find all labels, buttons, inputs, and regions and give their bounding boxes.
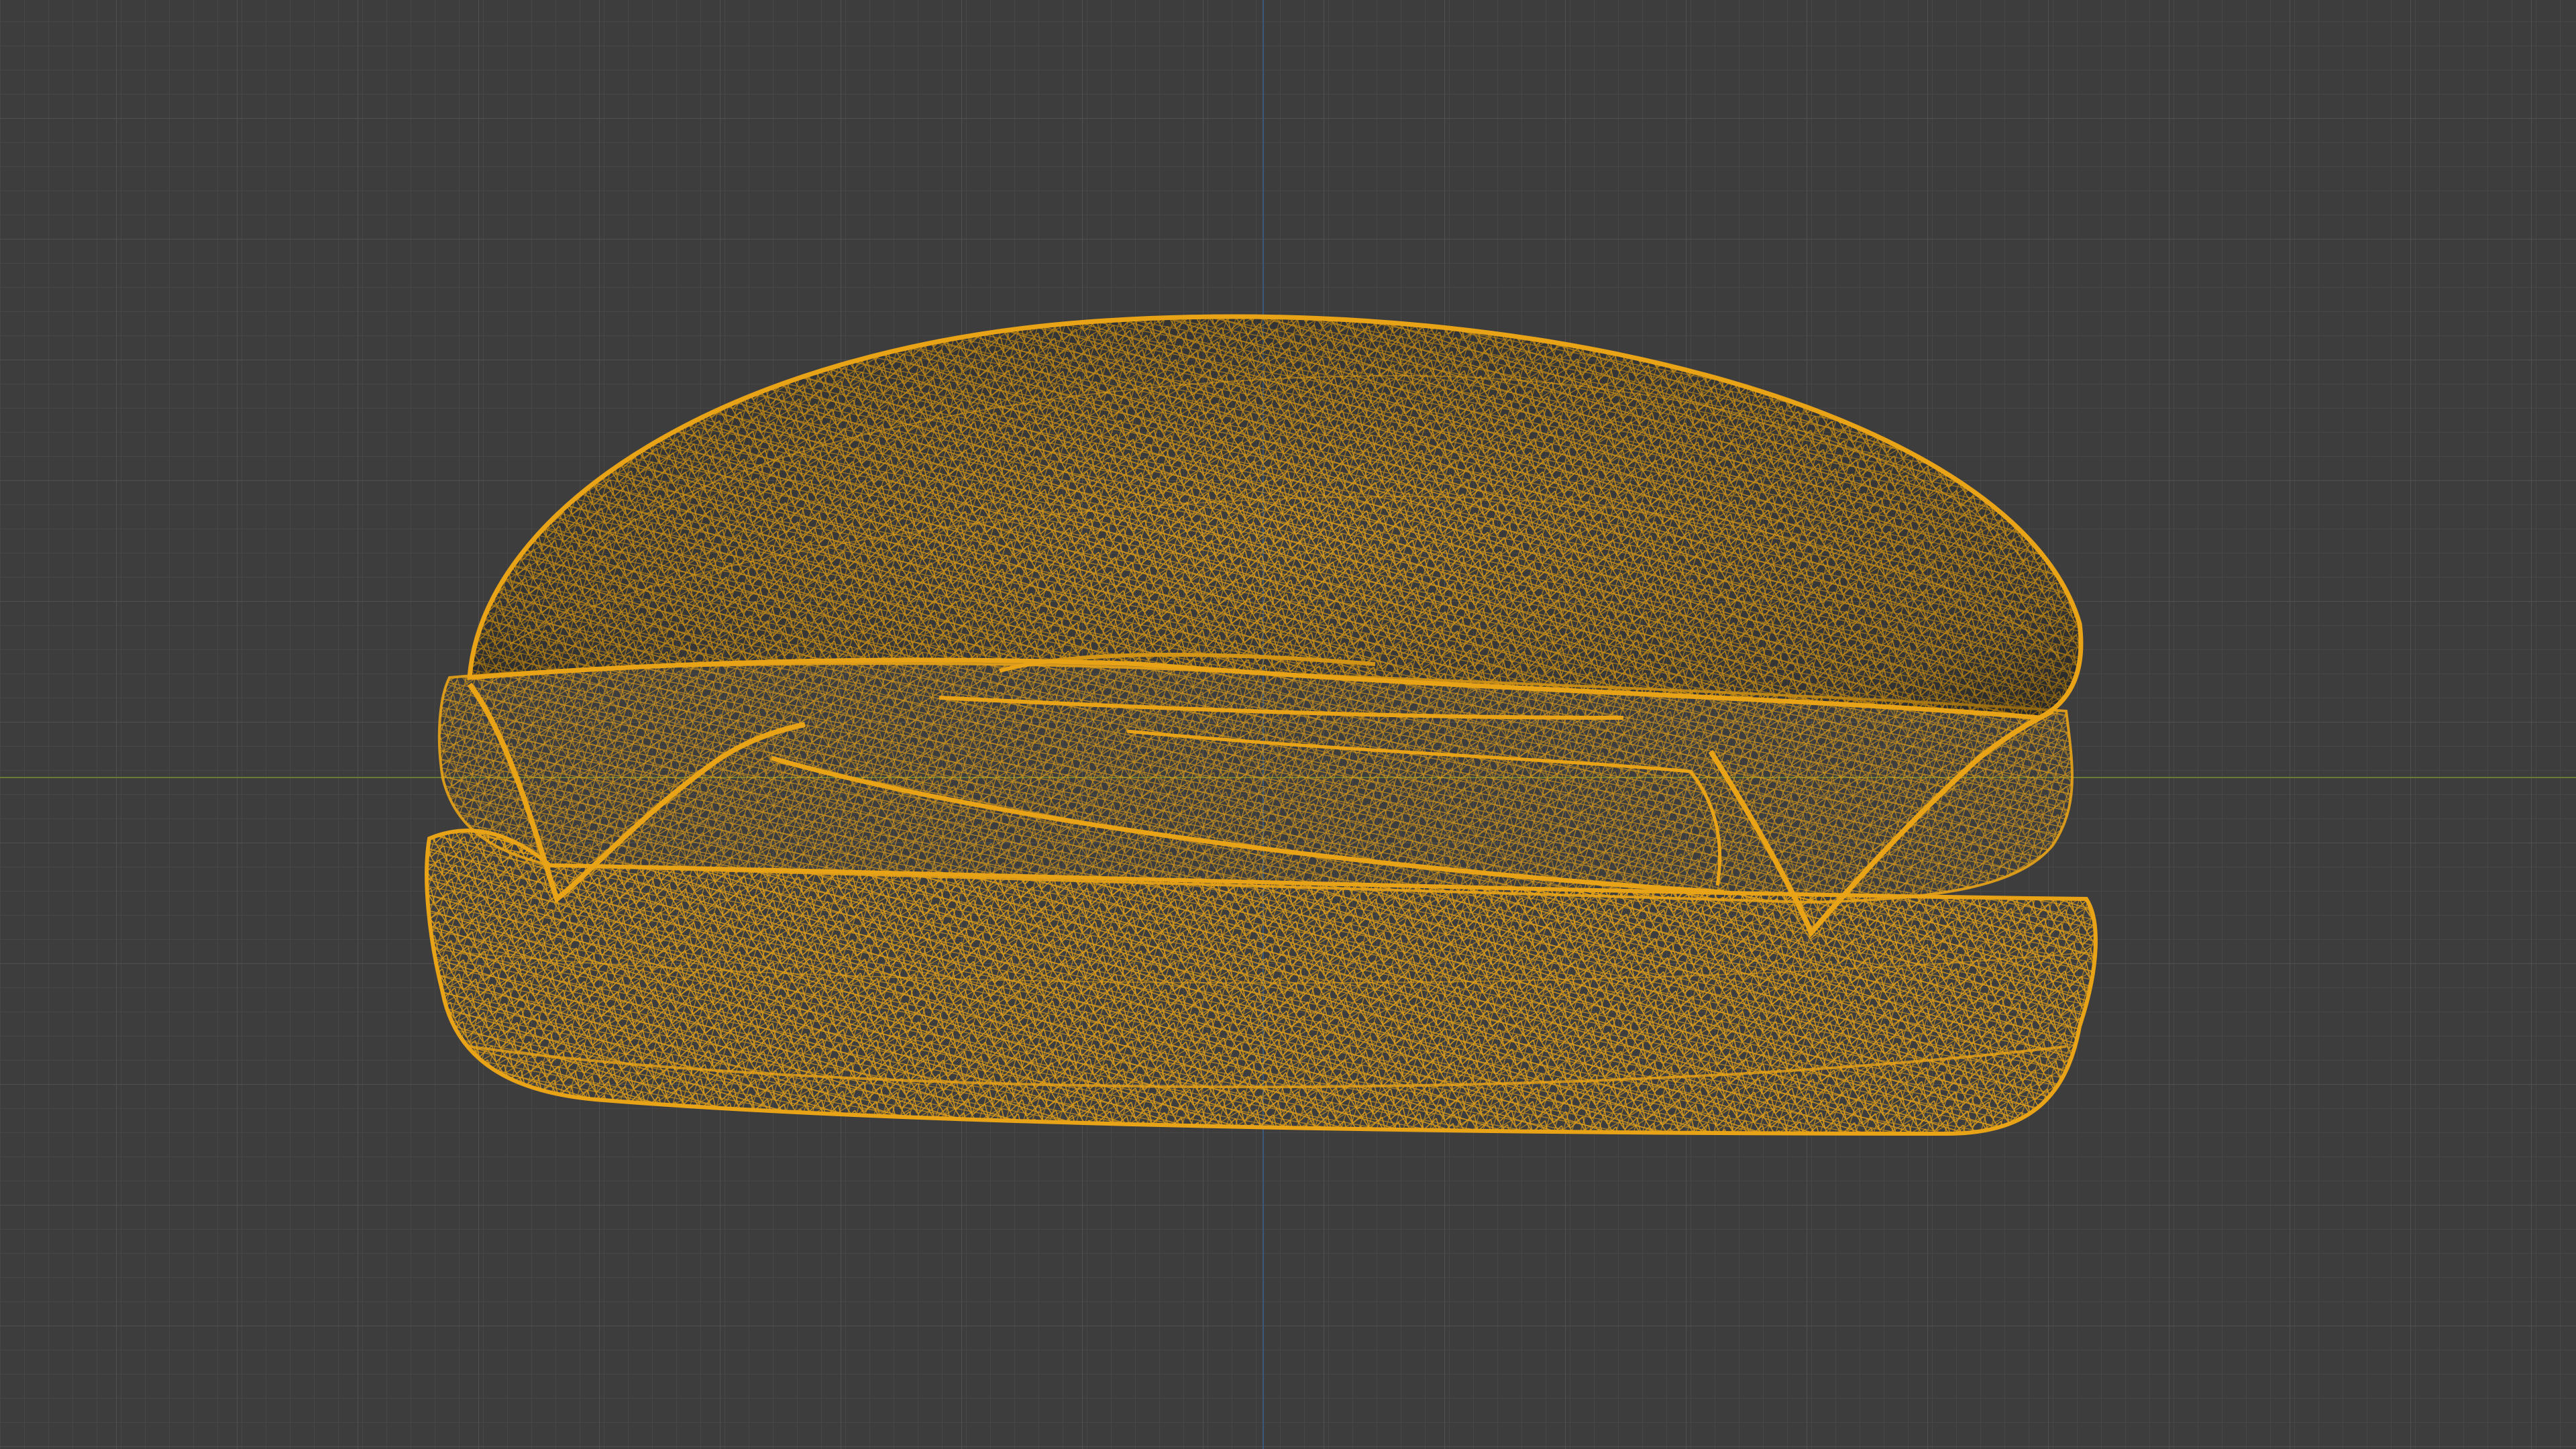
3d-viewport[interactable] (0, 0, 2576, 1449)
viewport-canvas[interactable] (0, 0, 2576, 1449)
